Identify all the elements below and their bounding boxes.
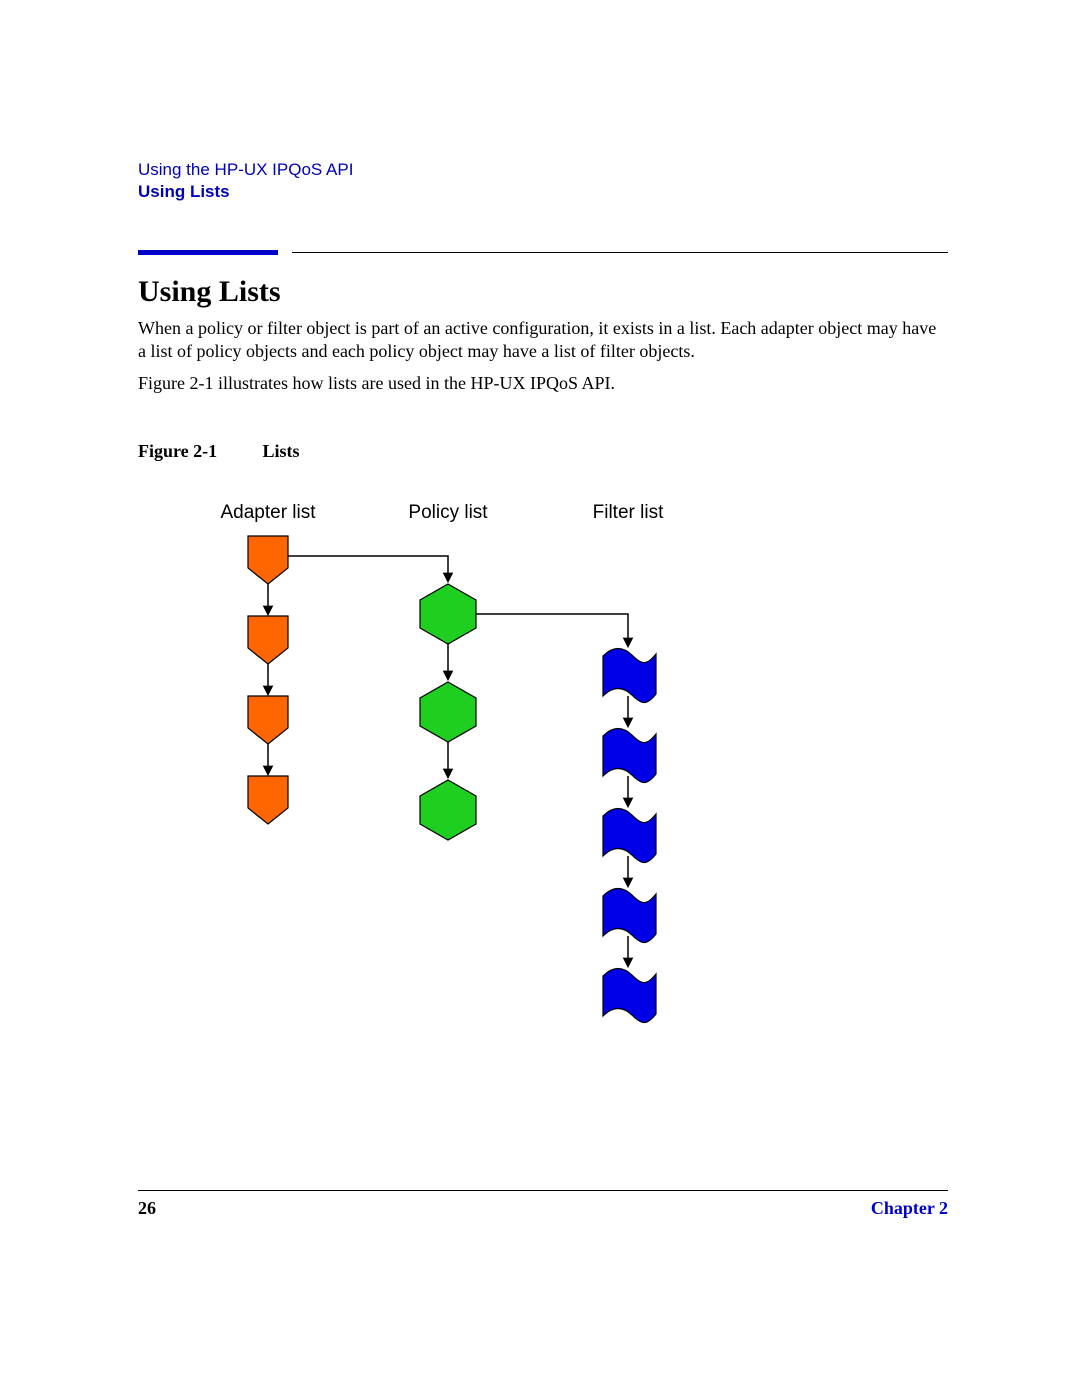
figure-caption: Figure 2-1 Lists (138, 441, 948, 462)
page-number: 26 (138, 1198, 156, 1219)
col-header-adapter: Adapter list (220, 502, 316, 523)
filter-node-1 (603, 648, 656, 702)
body-paragraph-2: Figure 2-1 illustrates how lists are use… (138, 372, 948, 395)
body-paragraph-1: When a policy or filter object is part o… (138, 317, 948, 362)
policy-node-2 (420, 682, 476, 742)
policy-node-1 (420, 584, 476, 644)
adapter-to-policy-link (288, 556, 448, 581)
adapter-node-2 (248, 616, 288, 664)
chapter-reference: Chapter 2 (871, 1198, 948, 1219)
section-rule (138, 250, 948, 255)
adapter-node-3 (248, 696, 288, 744)
policy-to-filter-link (476, 614, 628, 646)
figure-label: Figure 2-1 (138, 441, 258, 462)
filter-node-3 (603, 808, 656, 862)
filter-node-4 (603, 888, 656, 942)
section-title: Using Lists (138, 275, 948, 309)
header-section: Using Lists (138, 182, 948, 202)
adapter-node-1 (248, 536, 288, 584)
filter-node-2 (603, 728, 656, 782)
col-header-policy: Policy list (408, 502, 488, 523)
figure-diagram: Adapter list Policy list Filter list (198, 496, 948, 1061)
header-chapter-path: Using the HP-UX IPQoS API (138, 160, 948, 180)
figure-title: Lists (263, 441, 300, 461)
col-header-filter: Filter list (593, 502, 664, 523)
footer-rule (138, 1190, 948, 1191)
policy-node-3 (420, 780, 476, 840)
adapter-node-4 (248, 776, 288, 824)
filter-node-5 (603, 968, 656, 1022)
